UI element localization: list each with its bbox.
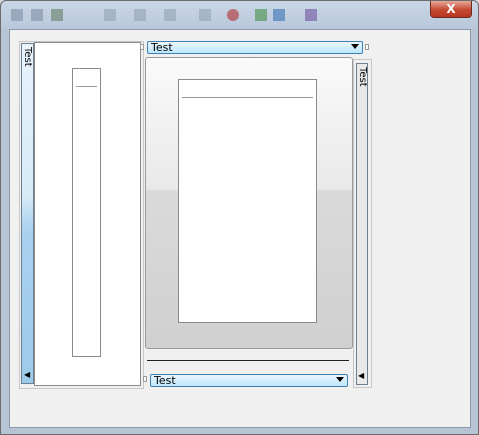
arrow-left-icon[interactable]: ◀ — [24, 370, 30, 379]
play-icon[interactable] — [273, 9, 285, 21]
record-icon[interactable] — [227, 9, 239, 21]
toolbar-icon[interactable] — [134, 9, 146, 21]
top-combo-box[interactable]: Test — [147, 41, 363, 54]
toolbar-icon[interactable] — [255, 9, 267, 21]
chevron-down-icon[interactable] — [351, 44, 359, 49]
separator-line — [147, 360, 349, 361]
toolbar-icon[interactable] — [305, 9, 317, 21]
left-inner-page — [72, 68, 101, 357]
window-frame: X Test ◀ Test Test Test ◀ — [0, 0, 479, 435]
toolbar-icon[interactable] — [31, 9, 43, 21]
arrow-left-icon[interactable]: ◀ — [358, 371, 364, 380]
left-dock-tab-label: Test — [22, 47, 33, 67]
splitter-grip[interactable] — [365, 44, 369, 50]
divider-line — [182, 97, 313, 98]
splitter-grip[interactable] — [140, 44, 144, 50]
bottom-combo-value: Test — [154, 374, 176, 387]
left-dock-panel — [34, 42, 141, 386]
document-area — [145, 57, 353, 349]
toolbar-icon[interactable] — [11, 9, 23, 21]
close-button[interactable]: X — [430, 1, 472, 18]
client-area: Test ◀ Test Test Test ◀ — [9, 29, 471, 428]
toolbar-icon[interactable] — [164, 9, 176, 21]
toolbar-icon[interactable] — [199, 9, 211, 21]
right-dock-tab-label: Test — [357, 67, 368, 87]
toolbar-icon[interactable] — [51, 9, 63, 21]
left-dock-tab[interactable]: Test ◀ — [21, 43, 34, 384]
chevron-down-icon[interactable] — [336, 377, 344, 382]
title-bar[interactable]: X — [1, 1, 478, 29]
right-dock-tab[interactable]: Test ◀ — [356, 63, 368, 385]
splitter-grip[interactable] — [143, 376, 147, 382]
bottom-combo-box[interactable]: Test — [150, 374, 348, 387]
top-combo-value: Test — [151, 41, 173, 54]
document-page — [178, 79, 317, 323]
toolbar-icon[interactable] — [104, 9, 116, 21]
divider-line — [76, 86, 97, 87]
toolbar — [9, 6, 317, 24]
